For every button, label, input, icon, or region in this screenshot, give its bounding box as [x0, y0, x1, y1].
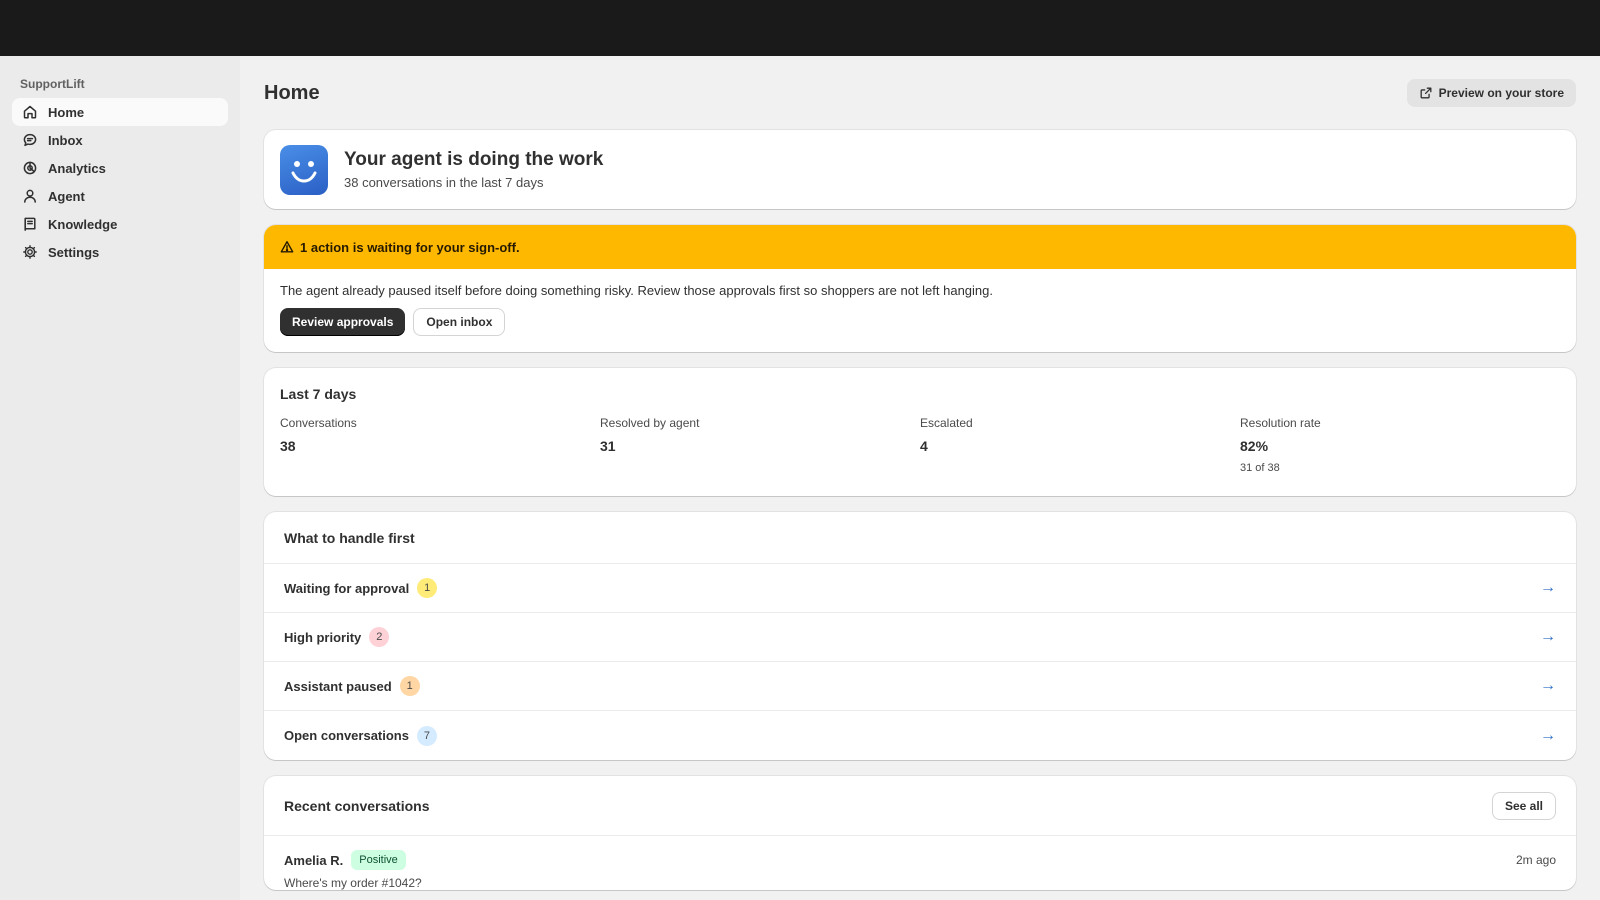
main-content: Home Preview on your store Your agent is… [264, 56, 1576, 900]
handle-label: Assistant paused [284, 678, 392, 694]
timestamp: 2m ago [1515, 853, 1556, 867]
stat-value: 4 [920, 438, 928, 454]
app-name: SupportLift [20, 77, 85, 91]
message-preview: Where's my order #1042? [284, 876, 422, 890]
alert-title: 1 action is waiting for your sign-off. [300, 239, 520, 255]
customer-name: Amelia R. [284, 852, 344, 868]
person-icon [24, 189, 36, 203]
chat-icon [23, 133, 37, 147]
stat-value: 82% [1240, 438, 1269, 454]
recent-conversations-card: Recent conversations See all Amelia R. P… [264, 776, 1576, 890]
open-inbox-button[interactable]: Open inbox [413, 308, 506, 336]
sidebar-item-label: Settings [48, 244, 100, 260]
page-title: Home [264, 81, 320, 104]
agent-status-card: Your agent is doing the work 38 conversa… [264, 130, 1576, 209]
hero-subtitle: 38 conversations in the last 7 days [344, 175, 544, 190]
count-badge: 1 [399, 676, 420, 696]
stat-label: Conversations [280, 416, 357, 430]
alert-text: The agent already paused itself before d… [280, 283, 994, 298]
hero-title: Your agent is doing the work [344, 149, 604, 170]
sidebar-item-knowledge[interactable]: Knowledge [12, 210, 228, 238]
preview-label: Preview on your store [1438, 86, 1564, 100]
arrow-right-icon: → [1540, 579, 1556, 596]
book-icon [24, 217, 36, 231]
stat-note: 31 of 38 [1240, 462, 1280, 474]
sidebar-item-label: Inbox [48, 132, 83, 148]
arrow-right-icon: → [1540, 628, 1556, 645]
list-item[interactable]: Amelia R. Positive 2m ago Where's my ord… [264, 836, 1576, 890]
stats-card: Last 7 days Conversations 38 Resolved by… [264, 368, 1576, 496]
alert-banner: 1 action is waiting for your sign-off. [264, 225, 1576, 269]
sidebar-item-settings[interactable]: Settings [12, 238, 228, 266]
stat-value: 31 [600, 438, 616, 454]
stat-label: Escalated [920, 416, 973, 430]
home-icon [23, 105, 37, 119]
warning-icon [280, 241, 294, 253]
sidebar-item-agent[interactable]: Agent [12, 182, 228, 210]
count-badge: 2 [369, 627, 390, 647]
external-link-icon [1420, 87, 1432, 99]
approval-alert-card: 1 action is waiting for your sign-off. T… [264, 225, 1576, 352]
sidebar-item-analytics[interactable]: Analytics [12, 154, 228, 182]
review-approvals-button[interactable]: Review approvals [280, 308, 406, 336]
handle-row-assistant-paused[interactable]: Assistant paused 1 → [264, 662, 1576, 711]
stat-conversations: Conversations 38 [280, 416, 600, 474]
count-badge: 7 [416, 725, 437, 746]
sidebar: SupportLift Home Inbox Analytics Agent K… [0, 56, 240, 900]
stat-label: Resolution rate [1240, 416, 1321, 430]
agent-avatar [280, 144, 328, 195]
sidebar-item-inbox[interactable]: Inbox [12, 126, 228, 154]
handle-label: Open conversations [284, 728, 409, 743]
handle-row-high-priority[interactable]: High priority 2 → [264, 613, 1576, 662]
handle-row-waiting-approval[interactable]: Waiting for approval 1 → [264, 564, 1576, 613]
sidebar-item-label: Knowledge [48, 216, 118, 232]
handle-label: High priority [284, 629, 362, 645]
handle-first-title: What to handle first [264, 512, 1576, 564]
count-badge: 1 [417, 578, 438, 598]
stat-escalated: Escalated 4 [920, 416, 1240, 474]
see-all-button[interactable]: See all [1491, 791, 1556, 820]
analytics-icon [23, 161, 37, 175]
preview-on-store-button[interactable]: Preview on your store [1406, 79, 1576, 107]
stat-label: Resolved by agent [600, 416, 700, 430]
smiley-icon [291, 160, 317, 183]
arrow-right-icon: → [1540, 677, 1556, 694]
stat-resolution-rate: Resolution rate 82% 31 of 38 [1240, 416, 1560, 474]
handle-row-open-conversations[interactable]: Open conversations 7 → [264, 711, 1576, 760]
top-bar [0, 0, 1600, 56]
recent-title: Recent conversations [284, 797, 430, 814]
sidebar-item-label: Home [48, 104, 85, 120]
stat-value: 38 [280, 438, 296, 454]
sidebar-item-home[interactable]: Home [12, 98, 228, 126]
stats-title: Last 7 days [280, 386, 357, 402]
sidebar-item-label: Agent [48, 188, 85, 204]
page-header: Home Preview on your store [264, 56, 1576, 130]
handle-first-card: What to handle first Waiting for approva… [264, 512, 1576, 760]
stat-resolved: Resolved by agent 31 [600, 416, 920, 474]
arrow-right-icon: → [1540, 726, 1556, 744]
handle-label: Waiting for approval [284, 580, 410, 596]
gear-icon [23, 245, 37, 259]
sentiment-badge: Positive [351, 850, 406, 870]
sidebar-item-label: Analytics [48, 160, 106, 176]
